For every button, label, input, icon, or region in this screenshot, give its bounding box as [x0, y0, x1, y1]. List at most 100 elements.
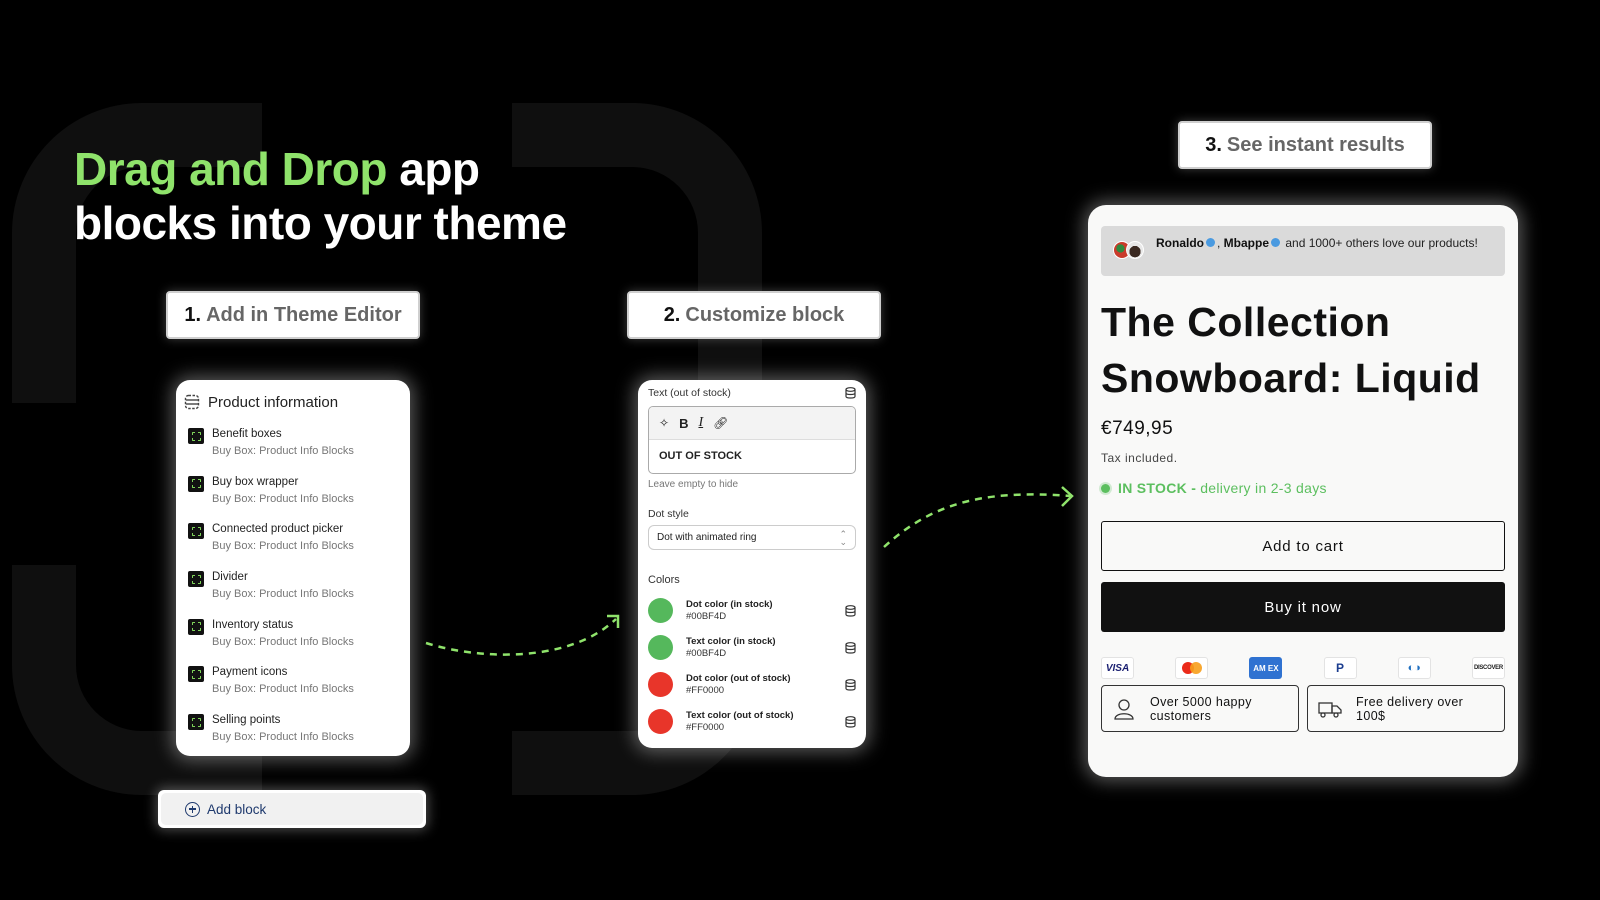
app-block-icon — [188, 666, 204, 683]
dynamic-source-icon[interactable] — [845, 715, 856, 728]
color-value: #00BF4D — [686, 648, 727, 659]
colors-heading: Colors — [648, 574, 680, 586]
dot-style-label: Dot style — [648, 508, 689, 520]
celebrity-name: Ronaldo — [1156, 236, 1204, 250]
color-value: #FF0000 — [686, 685, 725, 696]
dynamic-source-icon[interactable] — [845, 678, 856, 691]
dot-style-select[interactable]: Dot with animated ring ⌃ ⌄ — [648, 525, 856, 550]
color-label: Dot color (out of stock) — [686, 673, 791, 684]
block-name: Inventory status — [212, 618, 294, 631]
app-block-icon — [188, 523, 204, 540]
step-number: 2. — [663, 303, 681, 326]
product-preview: Ronaldo, Mbappe and 1000+ others love ou… — [1088, 205, 1518, 777]
benefit-box: Over 5000 happy customers — [1101, 685, 1299, 732]
chevron-updown-icon: ⌃ ⌄ — [839, 528, 847, 547]
block-name: Benefit boxes — [212, 428, 282, 440]
color-setting: Dot color (in stock) #00BF4D — [648, 592, 856, 629]
color-setting: Dot color (out of stock) #FF0000 — [648, 666, 856, 703]
app-block-icon — [188, 475, 204, 492]
block-item[interactable]: Payment icons Buy Box: Product Info Block… — [176, 664, 410, 712]
block-name: Selling points — [212, 714, 281, 727]
dynamic-source-icon[interactable] — [845, 604, 856, 617]
customers-icon — [1114, 698, 1134, 720]
block-name: Payment icons — [212, 666, 288, 679]
truck-icon — [1318, 701, 1342, 718]
block-item[interactable]: Buy box wrapper Buy Box: Product Info Blo… — [176, 474, 410, 522]
color-swatch[interactable] — [648, 672, 673, 697]
block-item[interactable]: Benefit boxes Buy Box: Product Info Block… — [176, 426, 410, 474]
dot-style-value: Dot with animated ring — [657, 532, 757, 543]
color-setting: Text color (out of stock) #FF0000 — [648, 703, 856, 740]
section-title: Product information — [208, 393, 339, 411]
social-proof-banner: Ronaldo, Mbappe and 1000+ others love ou… — [1101, 226, 1505, 276]
magic-sparkle-icon[interactable]: ✧ — [659, 416, 669, 430]
avatar-group — [1113, 241, 1144, 259]
celebrity-name: Mbappe — [1223, 236, 1270, 250]
block-name: Divider — [212, 571, 248, 584]
step-1-label: 1. Add in Theme Editor — [166, 291, 420, 339]
block-item[interactable]: Connected product picker Buy Box: Product… — [176, 521, 410, 569]
color-swatch[interactable] — [648, 709, 673, 734]
product-title: The Collection Snowboard: Liquid — [1101, 299, 1481, 401]
add-block-button[interactable]: Add block — [158, 790, 426, 828]
color-swatch[interactable] — [648, 598, 673, 623]
amex-icon: AM EX — [1249, 657, 1283, 679]
text-input[interactable]: OUT OF STOCK — [649, 440, 855, 472]
dynamic-source-icon[interactable] — [845, 641, 856, 654]
step-2-label: 2. Customize block — [627, 291, 881, 339]
step-number: 1. — [184, 303, 202, 326]
add-to-cart-button[interactable]: Add to cart — [1101, 521, 1505, 571]
stock-dot-icon — [1101, 483, 1110, 493]
payment-icons: VISA AM EX P ◐◑ DISCOVER — [1101, 657, 1505, 679]
add-block-label: Add block — [207, 801, 267, 817]
visa-icon: VISA — [1101, 657, 1134, 679]
link-icon[interactable]: 🔗︎ — [713, 416, 728, 430]
social-proof-text: Ronaldo, Mbappe and 1000+ others love ou… — [1156, 236, 1478, 250]
headline-rest: app — [386, 143, 480, 195]
color-label: Text color (out of stock) — [686, 710, 794, 721]
benefit-text: Over 5000 happy customers — [1150, 694, 1252, 723]
headline: Drag and Drop app blocks into your theme — [74, 142, 567, 250]
block-item[interactable]: Inventory status Buy Box: Product Info Bl… — [176, 617, 410, 665]
headline-line2: blocks into your theme — [74, 197, 567, 249]
step-3-label: 3. See instant results — [1178, 121, 1432, 169]
buy-now-button[interactable]: Buy it now — [1101, 582, 1505, 632]
customize-panel: Text (out of stock) ✧ B I 🔗︎ OUT OF STOC… — [638, 380, 866, 748]
app-block-icon — [188, 571, 204, 588]
paypal-icon: P — [1323, 657, 1357, 679]
separator: , — [1217, 236, 1224, 250]
color-label: Dot color (in stock) — [686, 599, 773, 610]
benefit-box: Free delivery over 100$ — [1307, 685, 1505, 732]
app-block-icon — [188, 428, 204, 444]
color-setting: Text color (in stock) #00BF4D — [648, 629, 856, 666]
block-source: Buy Box: Product Info Blocks — [212, 588, 354, 601]
avatar — [1126, 241, 1144, 259]
block-source: Buy Box: Product Info Blocks — [212, 540, 354, 553]
block-source: Buy Box: Product Info Blocks — [212, 445, 354, 457]
rich-text-editor[interactable]: ✧ B I 🔗︎ OUT OF STOCK — [648, 406, 856, 474]
help-text: Leave empty to hide — [648, 479, 739, 490]
step-text: Add in Theme Editor — [206, 303, 402, 326]
theme-editor-panel: Product information Benefit boxes Buy Box… — [176, 380, 410, 756]
bold-button[interactable]: B — [679, 416, 688, 431]
headline-accent: Drag and Drop — [74, 143, 387, 195]
color-swatch[interactable] — [648, 635, 673, 660]
section-icon — [184, 394, 200, 410]
stock-detail: delivery in 2-3 days — [1200, 480, 1327, 496]
mastercard-icon — [1175, 657, 1209, 679]
block-item[interactable]: Divider Buy Box: Product Info Blocks — [176, 569, 410, 617]
block-item[interactable]: Selling points Buy Box: Product Info Bloc… — [176, 712, 410, 760]
app-block-icon — [188, 714, 204, 731]
section-header: Product information — [176, 390, 410, 414]
step-text: Customize block — [685, 303, 845, 326]
dynamic-source-icon[interactable] — [845, 387, 856, 399]
block-source: Buy Box: Product Info Blocks — [212, 492, 354, 505]
verified-badge-icon — [1206, 238, 1215, 247]
block-name: Connected product picker — [212, 523, 344, 536]
block-list: Benefit boxes Buy Box: Product Info Block… — [176, 426, 410, 760]
inventory-status: IN STOCK - delivery in 2-3 days — [1101, 480, 1505, 496]
social-proof-rest: and 1000+ others love our products! — [1282, 236, 1478, 250]
stock-status: IN STOCK - — [1118, 480, 1197, 496]
product-price: €749,95 — [1101, 418, 1174, 439]
italic-button[interactable]: I — [698, 415, 703, 431]
